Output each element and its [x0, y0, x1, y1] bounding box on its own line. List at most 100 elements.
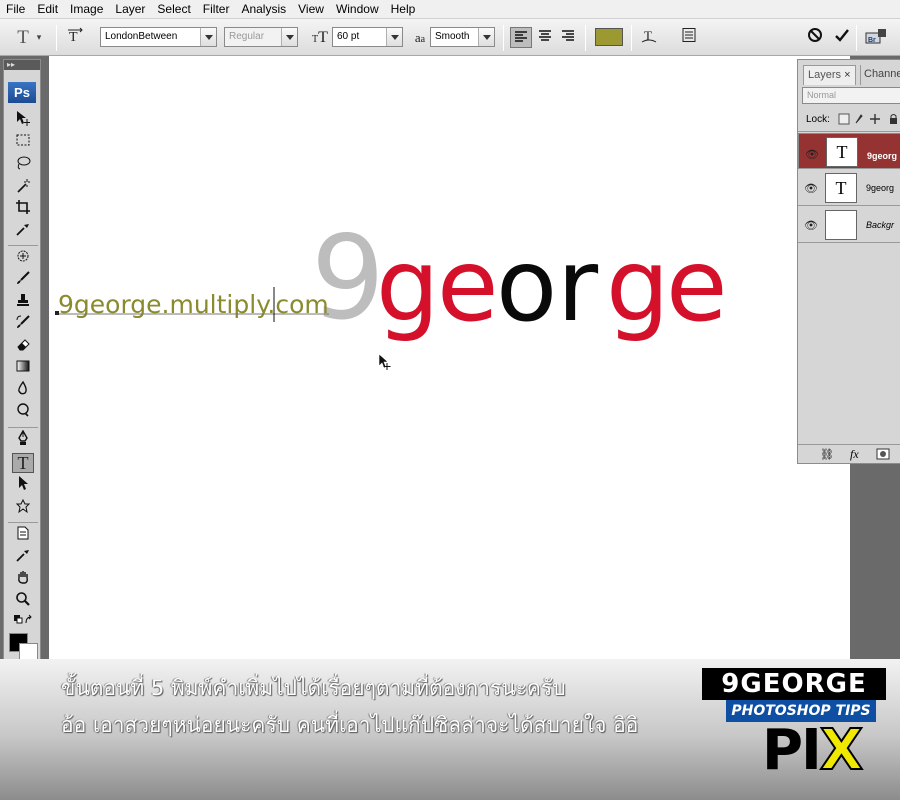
menu-help[interactable]: Help: [385, 0, 422, 19]
bridge-icon[interactable]: Br: [864, 27, 888, 48]
caption-line-1: ขั้นตอนที่ 5 พิมพ์คำเพิ่มไปได้เรื่อยๆตาม…: [61, 676, 566, 700]
custom-shape-tool-icon[interactable]: [12, 498, 34, 518]
tool-separator: [8, 245, 38, 246]
character-panel-icon[interactable]: [678, 27, 700, 48]
layers-footer: ⛓ fx: [798, 444, 900, 465]
text-anchor-handle[interactable]: [55, 311, 59, 315]
text-orientation-icon[interactable]: T: [64, 27, 86, 48]
document-canvas[interactable]: 9 george 9george.multiply.com: [49, 56, 850, 659]
font-style-select[interactable]: Regular: [224, 27, 298, 47]
eye-icon[interactable]: 👁: [804, 182, 818, 195]
pen-tool-icon[interactable]: [12, 429, 34, 450]
commit-check-icon[interactable]: [831, 27, 853, 48]
text-color-swatch[interactable]: [595, 28, 623, 46]
layer-thumbnail: T: [825, 173, 857, 203]
history-brush-tool-icon[interactable]: [12, 314, 34, 334]
menu-analysis[interactable]: Analysis: [235, 0, 292, 19]
link-layers-icon[interactable]: ⛓: [820, 448, 834, 461]
menu-edit[interactable]: Edit: [31, 0, 64, 19]
layer-row[interactable]: 👁 Backgr: [798, 207, 900, 243]
clone-stamp-tool-icon[interactable]: [12, 292, 34, 312]
eyedropper-tool-icon[interactable]: [12, 221, 34, 241]
logo-letter: g: [606, 227, 669, 344]
layers-panel: Layers × Channe Normal Lock: 👁 T 9georg …: [797, 59, 900, 464]
layer-effects-icon[interactable]: fx: [850, 447, 859, 462]
logo-letter: e: [437, 227, 499, 344]
separator: [56, 25, 57, 51]
align-left-icon[interactable]: [510, 27, 532, 48]
canvas-artwork: 9 geo r ge 9george.multiply.com: [55, 211, 728, 370]
align-right-icon[interactable]: [557, 27, 579, 48]
brush-tool-icon[interactable]: [12, 270, 34, 290]
photoshop-logo[interactable]: Ps: [8, 82, 36, 103]
tools-panel: ▸▸ Ps T: [3, 59, 41, 719]
panel-grip-icon[interactable]: ▸▸: [4, 60, 40, 70]
magic-wand-tool-icon[interactable]: [12, 178, 34, 198]
layer-name: 9georg: [866, 183, 895, 193]
lock-transparency-icon: [838, 113, 850, 125]
eyedropper-sample-tool-icon[interactable]: [12, 547, 34, 567]
move-tool-icon[interactable]: [12, 109, 34, 129]
tool-separator: [8, 427, 38, 428]
chevron-down-icon: [386, 28, 402, 46]
lock-pixels-icon: [855, 114, 863, 124]
lock-position-icon: [870, 114, 880, 124]
separator: [503, 25, 504, 51]
anti-alias-select[interactable]: Smooth: [430, 27, 495, 47]
svg-text:Br: Br: [868, 37, 876, 44]
lock-all-icon: [890, 114, 897, 118]
url-text[interactable]: 9george.multiply.com: [58, 290, 329, 319]
default-colors-icon[interactable]: [12, 613, 34, 633]
menu-filter[interactable]: Filter: [197, 0, 236, 19]
tab-channels[interactable]: Channe: [860, 65, 900, 85]
crop-tool-icon[interactable]: [12, 199, 34, 219]
close-icon[interactable]: ×: [844, 69, 850, 81]
lasso-tool-icon[interactable]: [12, 155, 34, 175]
layer-mask-icon[interactable]: [876, 448, 890, 463]
chevron-down-icon: [200, 28, 216, 46]
options-bar: T ▾ T LondonBetween Regular TT 60 pt aa …: [0, 19, 900, 56]
menu-file[interactable]: File: [0, 0, 31, 19]
healing-brush-tool-icon[interactable]: [12, 248, 34, 268]
type-tool-icon[interactable]: T: [12, 453, 34, 473]
eye-icon[interactable]: 👁: [805, 146, 819, 164]
marquee-tool-icon[interactable]: [12, 132, 34, 152]
anti-alias-icon: aa: [414, 30, 426, 45]
tool-separator: [8, 522, 38, 523]
layer-row[interactable]: 👁 T 9georg: [798, 170, 900, 206]
gradient-tool-icon[interactable]: [12, 358, 34, 378]
move-cursor-icon: [378, 353, 391, 370]
blend-mode-select[interactable]: Normal: [802, 87, 900, 104]
divider: [798, 131, 900, 132]
menu-image[interactable]: Image: [64, 0, 109, 19]
warp-text-icon[interactable]: T: [638, 27, 660, 48]
align-center-icon[interactable]: [534, 27, 556, 48]
path-selection-tool-icon[interactable]: [12, 475, 34, 495]
brand-logo: 9GEORGE PHOTOSHOP TIPS PIX: [702, 668, 886, 786]
notes-tool-icon[interactable]: [12, 525, 34, 545]
layer-row[interactable]: 👁 T 9georg: [798, 133, 900, 169]
layer-thumbnail: T: [826, 137, 858, 167]
zoom-tool-icon[interactable]: [12, 591, 34, 611]
menu-layer[interactable]: Layer: [109, 0, 151, 19]
menu-view[interactable]: View: [292, 0, 330, 19]
logo-nine-glyph: 9: [311, 211, 385, 346]
tab-layers[interactable]: Layers ×: [803, 65, 856, 85]
menu-window[interactable]: Window: [330, 0, 385, 19]
menu-select[interactable]: Select: [151, 0, 196, 19]
blur-tool-icon[interactable]: [12, 380, 34, 400]
font-family-select[interactable]: LondonBetween: [100, 27, 217, 47]
logo-letter: r: [557, 227, 599, 344]
type-tool-preset-icon[interactable]: T: [12, 27, 34, 48]
logo-letter: e: [666, 227, 728, 344]
cancel-icon[interactable]: [804, 27, 826, 48]
dodge-tool-icon[interactable]: [12, 402, 34, 422]
eye-icon[interactable]: 👁: [804, 219, 818, 232]
font-size-select[interactable]: 60 pt: [332, 27, 403, 47]
chevron-down-icon: [478, 28, 494, 46]
logo-letter: g: [376, 227, 439, 344]
logo-word: geo r ge: [376, 227, 728, 344]
preset-dropdown-icon[interactable]: ▾: [32, 27, 46, 48]
hand-tool-icon[interactable]: [12, 569, 34, 589]
eraser-tool-icon[interactable]: [12, 336, 34, 356]
